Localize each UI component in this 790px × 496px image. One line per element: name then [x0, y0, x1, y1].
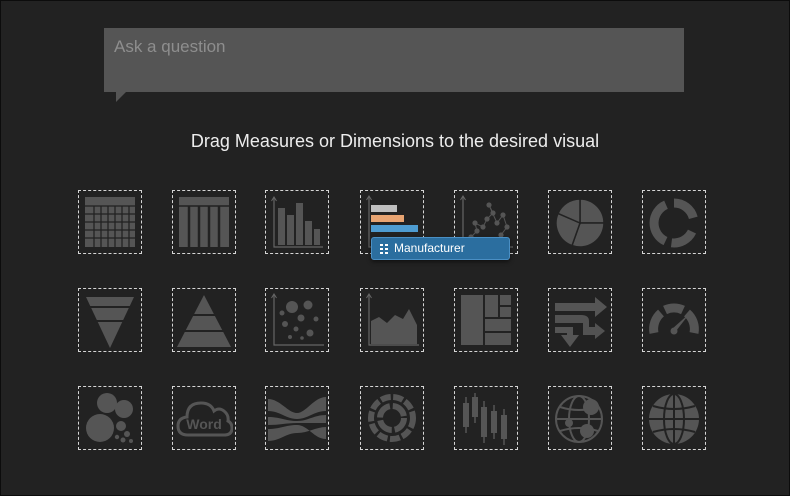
visual-bubble-map[interactable]	[548, 386, 612, 450]
donut-chart-icon	[649, 198, 698, 248]
visual-table[interactable]	[78, 190, 142, 254]
visual-packed-bubbles[interactable]	[78, 386, 142, 450]
visual-filled-map[interactable]	[642, 386, 706, 450]
word-cloud-label: Word	[186, 416, 222, 432]
visual-sunburst[interactable]	[360, 386, 424, 450]
candlestick-chart-icon	[463, 393, 507, 445]
bar-chart-icon	[271, 196, 323, 248]
streamgraph-icon	[268, 397, 326, 441]
visual-sankey-flow[interactable]	[548, 288, 612, 352]
dragged-dimension-chip[interactable]: Manufacturer	[371, 237, 510, 260]
dimension-grip-icon	[380, 244, 388, 254]
filled-map-icon	[649, 393, 699, 445]
instructions-text: Drag Measures or Dimensions to the desir…	[190, 131, 600, 151]
visual-area-chart[interactable]	[360, 288, 424, 352]
bubble-map-icon	[555, 395, 603, 443]
visual-bar-chart[interactable]	[265, 190, 329, 254]
sankey-flow-icon	[555, 297, 607, 347]
funnel-chart-icon	[81, 297, 139, 348]
visual-treemap[interactable]	[454, 288, 518, 352]
visual-column-list[interactable]	[172, 190, 236, 254]
sunburst-icon	[368, 394, 416, 442]
packed-bubbles-icon	[86, 393, 133, 443]
visual-word-cloud[interactable]: Word	[172, 386, 236, 450]
speech-bubble-tail	[116, 92, 126, 102]
visual-pyramid-chart[interactable]	[172, 288, 236, 352]
pyramid-chart-icon	[175, 295, 233, 347]
bubble-chart-icon	[271, 293, 324, 346]
visual-gauge[interactable]	[642, 288, 706, 352]
area-chart-icon	[366, 293, 419, 346]
pie-chart-icon	[555, 198, 605, 248]
dragged-dimension-label: Manufacturer	[394, 241, 465, 255]
visual-candlestick-chart[interactable]	[454, 386, 518, 450]
visual-donut-chart[interactable]	[642, 190, 706, 254]
treemap-icon	[461, 295, 511, 345]
ask-question-box[interactable]	[104, 28, 684, 92]
visual-bubble-chart[interactable]	[265, 288, 329, 352]
question-input[interactable]	[104, 28, 684, 66]
column-list-icon	[179, 197, 229, 247]
gauge-icon	[649, 303, 699, 335]
visual-funnel-chart[interactable]	[78, 288, 142, 352]
visual-streamgraph[interactable]	[265, 386, 329, 450]
table-icon	[85, 197, 135, 247]
visual-pie-chart[interactable]	[548, 190, 612, 254]
